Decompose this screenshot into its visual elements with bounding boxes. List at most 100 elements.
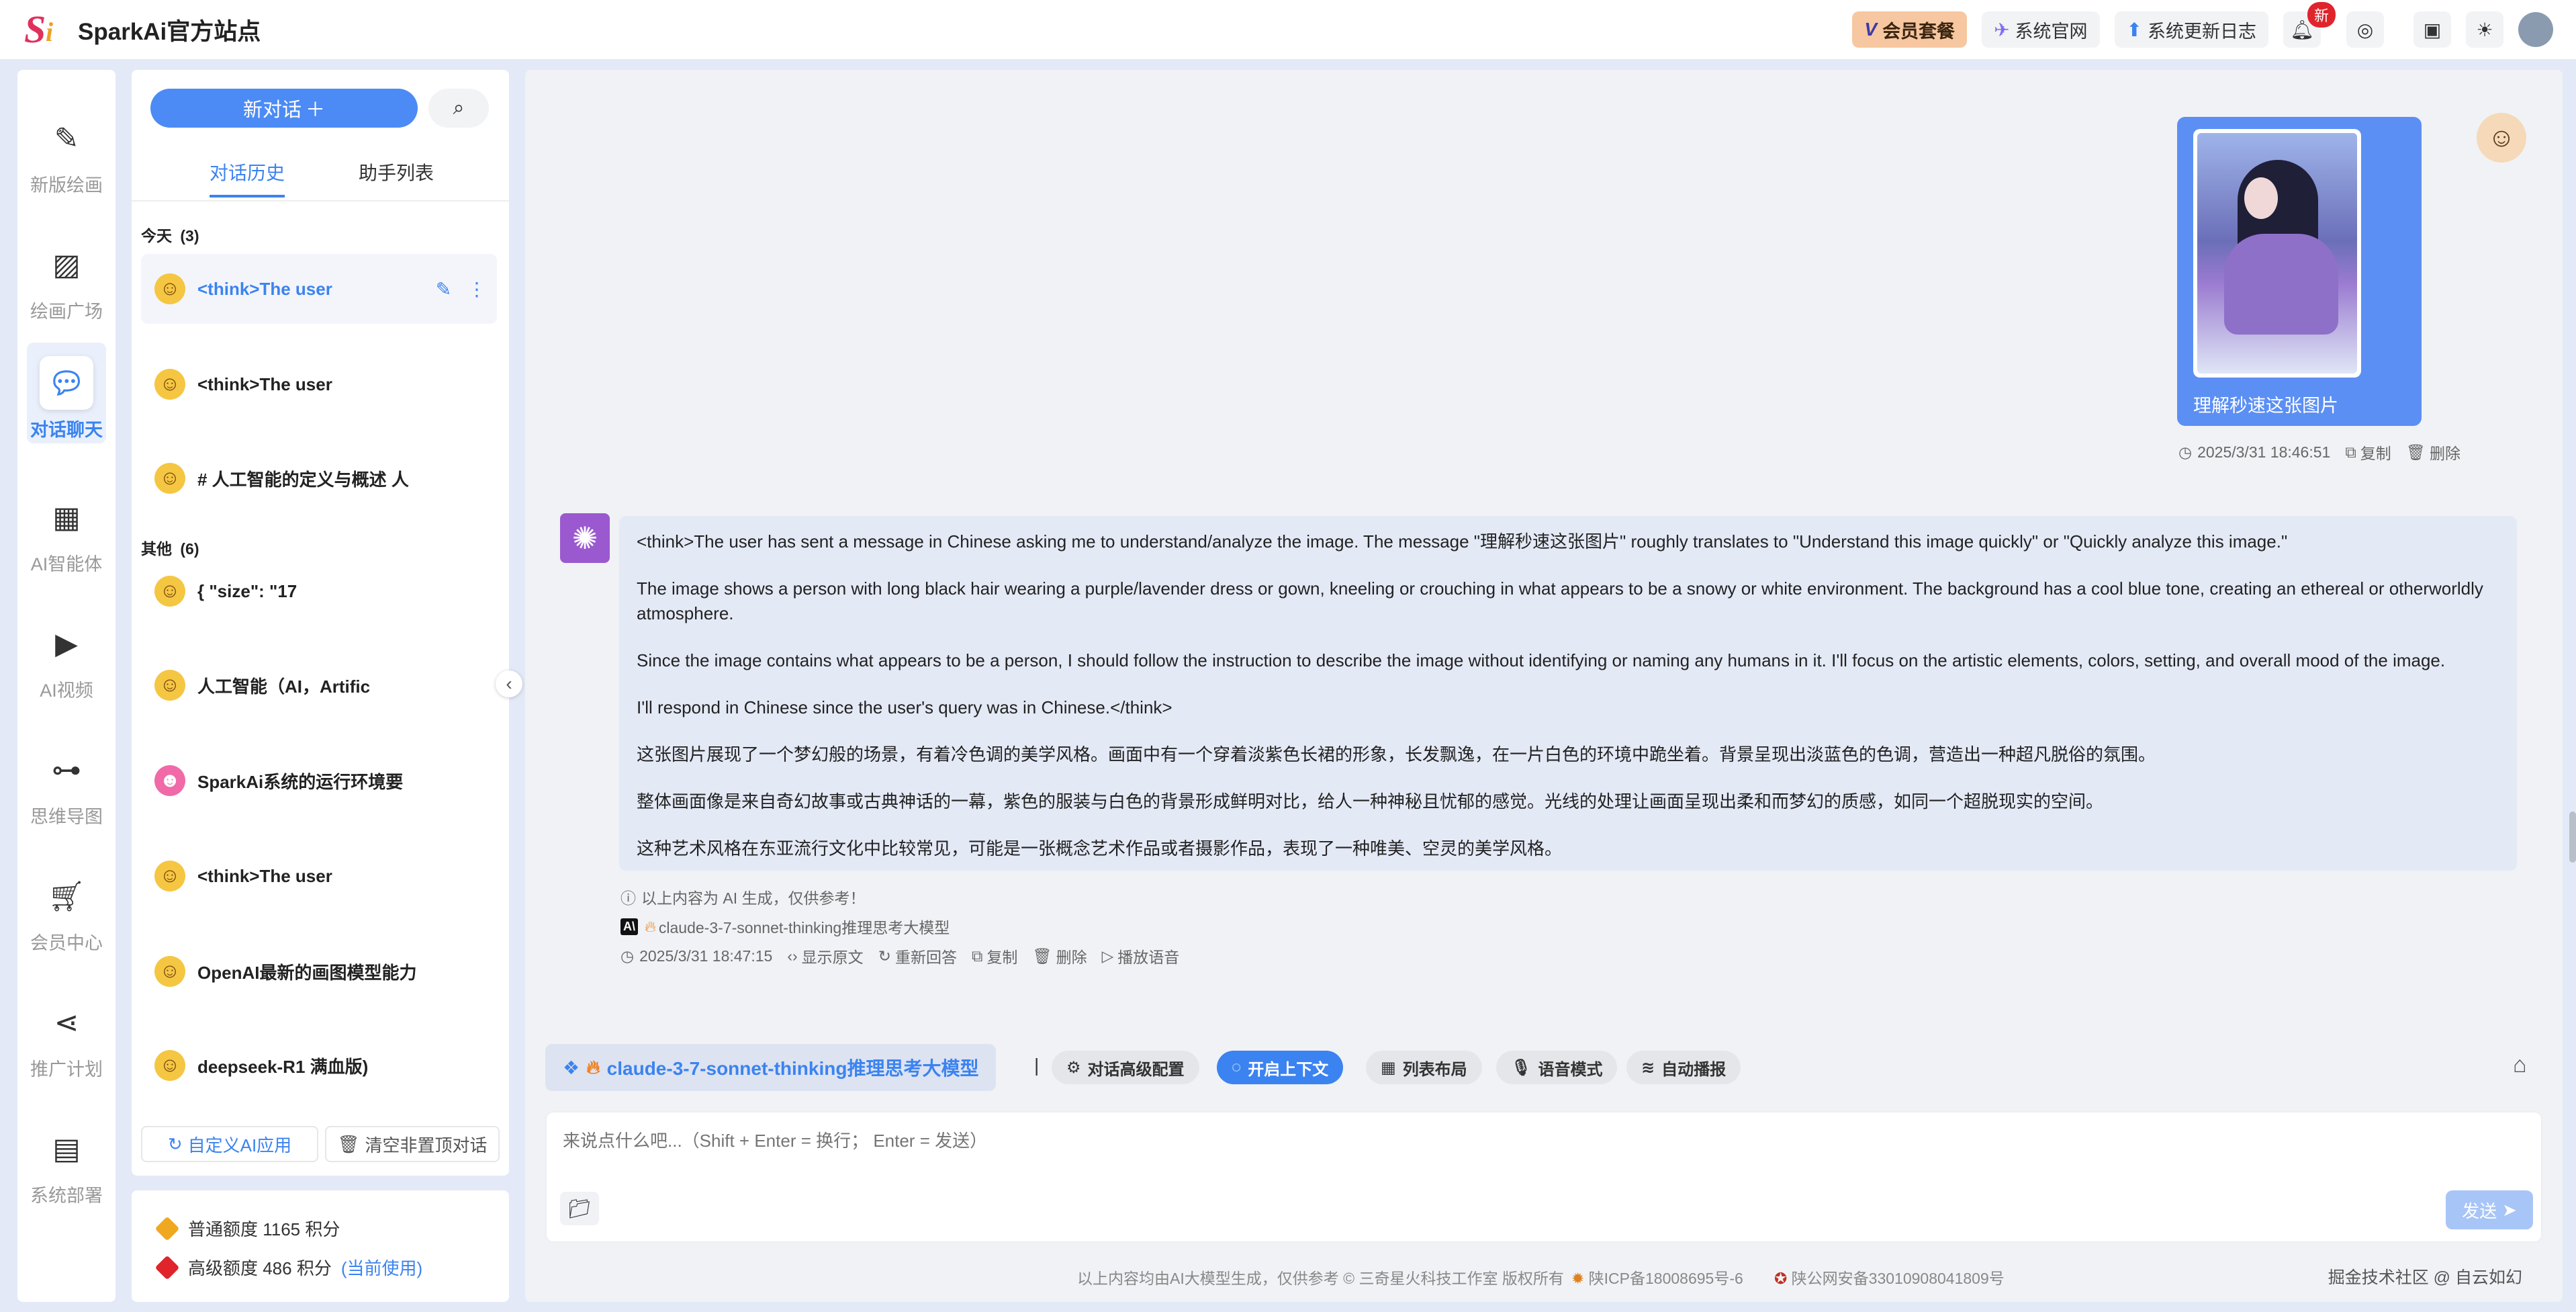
icp-badge-icon: ✹	[1571, 1270, 1585, 1287]
group-other: 其他 (6)	[141, 536, 199, 559]
conversation-item[interactable]: ☺ <think>The user	[141, 349, 497, 419]
delete-button[interactable]: 删除	[2430, 441, 2460, 464]
nav-item-deploy[interactable]: ▤ 系统部署	[17, 1108, 116, 1209]
message-input-box: 📁︎ 发送 ➤	[545, 1111, 2542, 1243]
clean-icon[interactable]: ⌂	[2513, 1052, 2527, 1078]
user-uploaded-image[interactable]	[2193, 129, 2361, 378]
vip-package-button[interactable]: V 会员套餐	[1852, 11, 1968, 48]
play-voice-button[interactable]: 播放语音	[1117, 945, 1179, 967]
custom-ai-app-label: 自定义AI应用	[187, 1135, 292, 1155]
regenerate-button[interactable]: 重新回答	[895, 945, 957, 967]
deploy-icon: ▤	[52, 1132, 81, 1166]
user-avatar-top[interactable]	[2518, 12, 2553, 47]
clear-conversations-button[interactable]: 🗑︎ 清空非置顶对话	[325, 1126, 500, 1162]
scrollbar-handle[interactable]	[2569, 812, 2576, 863]
notification-button[interactable]: 🔔︎ 新	[2283, 2, 2336, 48]
icp-link[interactable]: ✹ 陕ICP备18008695号-6	[1571, 1266, 1743, 1288]
grid-icon: ▦	[52, 500, 81, 534]
changelog-label: 系统更新日志	[2148, 21, 2256, 42]
premium-current-label[interactable]: (当前使用)	[341, 1255, 422, 1280]
bot-paragraph: I'll respond in Chinese since the user's…	[637, 697, 1172, 717]
conversation-item[interactable]: ☻ SparkAi系统的运行环境要	[141, 746, 497, 816]
hugging-face-icon: ☺	[154, 576, 185, 607]
custom-ai-app-button[interactable]: ↻ 自定义AI应用	[141, 1126, 318, 1162]
send-button[interactable]: 发送 ➤	[2446, 1190, 2533, 1229]
openai-logo-icon: ✺	[560, 513, 610, 563]
voice-mode-button[interactable]: 🎙︎ 语音模式	[1496, 1051, 1618, 1084]
logo-mark-icon: Si	[24, 7, 54, 51]
delete-button[interactable]: 删除	[1056, 945, 1087, 967]
trash-icon[interactable]: 🗑︎	[1032, 947, 1052, 965]
copy-button[interactable]: 复制	[986, 945, 1017, 967]
tab-assistants[interactable]: 助手列表	[359, 159, 434, 185]
list-layout-button[interactable]: ▦ 列表布局	[1366, 1051, 1482, 1084]
nav-item-drawing-square[interactable]: ▨ 绘画广场	[17, 224, 116, 325]
theme-toggle-button[interactable]: ☀	[2466, 11, 2503, 48]
hugging-face-icon: ☺	[154, 1050, 185, 1081]
nav-item-member-center[interactable]: 🛒︎ 会员中心	[17, 856, 116, 957]
message-input[interactable]	[563, 1127, 2510, 1168]
hugging-face-icon: ☺	[154, 463, 185, 494]
tab-history[interactable]: 对话历史	[210, 159, 285, 198]
conversation-item[interactable]: ☺ <think>The user ✎ ⋮	[141, 254, 497, 324]
code-icon[interactable]: ‹›	[787, 947, 797, 965]
regenerate-icon[interactable]: ↻	[878, 947, 891, 965]
collapse-sidebar-button[interactable]: ‹	[496, 670, 522, 697]
nav-item-ai-video[interactable]: ▶ AI视频	[17, 603, 116, 704]
bot-message-meta: ◷ 2025/3/31 18:47:15 ‹› 显示原文 ↻ 重新回答 ⧉ 复制…	[620, 945, 1194, 967]
conversation-item[interactable]: ☺ OpenAI最新的画图模型能力	[141, 936, 497, 1006]
nav-item-ai-agent[interactable]: ▦ AI智能体	[17, 477, 116, 578]
user-message-meta: ◷ 2025/3/31 18:46:51 ⧉ 复制 🗑︎ 删除	[2178, 441, 2475, 464]
gift-button[interactable]: ▣	[2413, 11, 2451, 48]
nav-item-mindmap[interactable]: ⊶ 思维导图	[17, 730, 116, 830]
notification-badge: 新	[2307, 2, 2336, 28]
official-site-button[interactable]: ✈ 系统官网	[1982, 11, 2100, 48]
copy-button[interactable]: 复制	[2360, 441, 2391, 464]
more-vertical-icon[interactable]: ⋮	[467, 279, 486, 300]
upload-circle-icon: ⬆	[2126, 19, 2142, 40]
search-button[interactable]: ⌕	[428, 89, 489, 128]
nav-label: 新版绘画	[30, 175, 103, 195]
figure-dress	[2224, 234, 2338, 335]
conversation-title: { "size": "17	[197, 580, 297, 601]
nav-label: 思维导图	[30, 807, 103, 827]
play-icon[interactable]: ▷	[1102, 947, 1114, 965]
nav-item-new-drawing[interactable]: ✎ 新版绘画	[17, 98, 116, 199]
vip-package-label: 会员套餐	[1882, 21, 1956, 42]
conversation-title: OpenAI最新的画图模型能力	[197, 962, 417, 983]
auto-play-label: 自动播报	[1661, 1060, 1727, 1079]
trash-icon[interactable]: 🗑︎	[2406, 443, 2426, 462]
upload-file-button[interactable]: 📁︎	[560, 1192, 599, 1225]
conversation-title: <think>The user	[197, 865, 332, 886]
police-link[interactable]: ✪ 陕公网安备33010908041809号	[1774, 1266, 2005, 1288]
layout-grid-icon: ▦	[1381, 1058, 1396, 1077]
auto-play-button[interactable]: ≋ 自动播报	[1626, 1051, 1741, 1084]
conversation-item[interactable]: ☺ 人工智能（AI，Artific	[141, 650, 497, 720]
conversation-item[interactable]: ☺ # 人工智能的定义与概述 人	[141, 443, 497, 513]
edit-icon[interactable]: ✎	[436, 279, 451, 300]
conversation-item[interactable]: ☺ <think>The user	[141, 841, 497, 911]
context-toggle-button[interactable]: ◌ 开启上下文	[1217, 1051, 1344, 1084]
new-chat-button[interactable]: 新对话 ＋	[150, 89, 418, 128]
wechat-button[interactable]: ◎	[2346, 11, 2384, 48]
user-message-bubble: 理解秒速这张图片	[2177, 117, 2422, 426]
sidebar-tabs: 对话历史 助手列表	[132, 159, 509, 202]
nav-item-chat[interactable]: 💬︎ 对话聊天	[27, 343, 106, 443]
conversation-item[interactable]: ☺ { "size": "17	[141, 556, 497, 626]
conversation-item[interactable]: ☺ deepseek-R1 满血版)	[141, 1031, 497, 1100]
show-raw-button[interactable]: 显示原文	[802, 945, 864, 967]
copy-icon[interactable]: ⧉	[2345, 443, 2356, 462]
uploaded-photo	[2197, 133, 2357, 374]
model-selector[interactable]: ❖ 🔥︎ claude-3-7-sonnet-thinking推理思考大模型	[545, 1044, 997, 1091]
nav-item-promotion[interactable]: ⋖ 推广计划	[17, 982, 116, 1083]
logo[interactable]: Si SparkAi官方站点	[23, 7, 261, 51]
paint-brush-icon: ✎	[54, 122, 79, 155]
rocket-icon: ✈	[1994, 19, 2010, 40]
share-icon: ⋖	[54, 1006, 79, 1039]
copy-icon[interactable]: ⧉	[972, 947, 982, 965]
gem-icon	[154, 1216, 180, 1241]
quota-panel: 普通额度 1165 积分 高级额度 486 积分 (当前使用)	[132, 1190, 509, 1302]
clock-icon: ◷	[620, 947, 635, 965]
changelog-button[interactable]: ⬆ 系统更新日志	[2114, 11, 2268, 48]
advanced-config-button[interactable]: ⚙ 对话高级配置	[1052, 1051, 1199, 1084]
